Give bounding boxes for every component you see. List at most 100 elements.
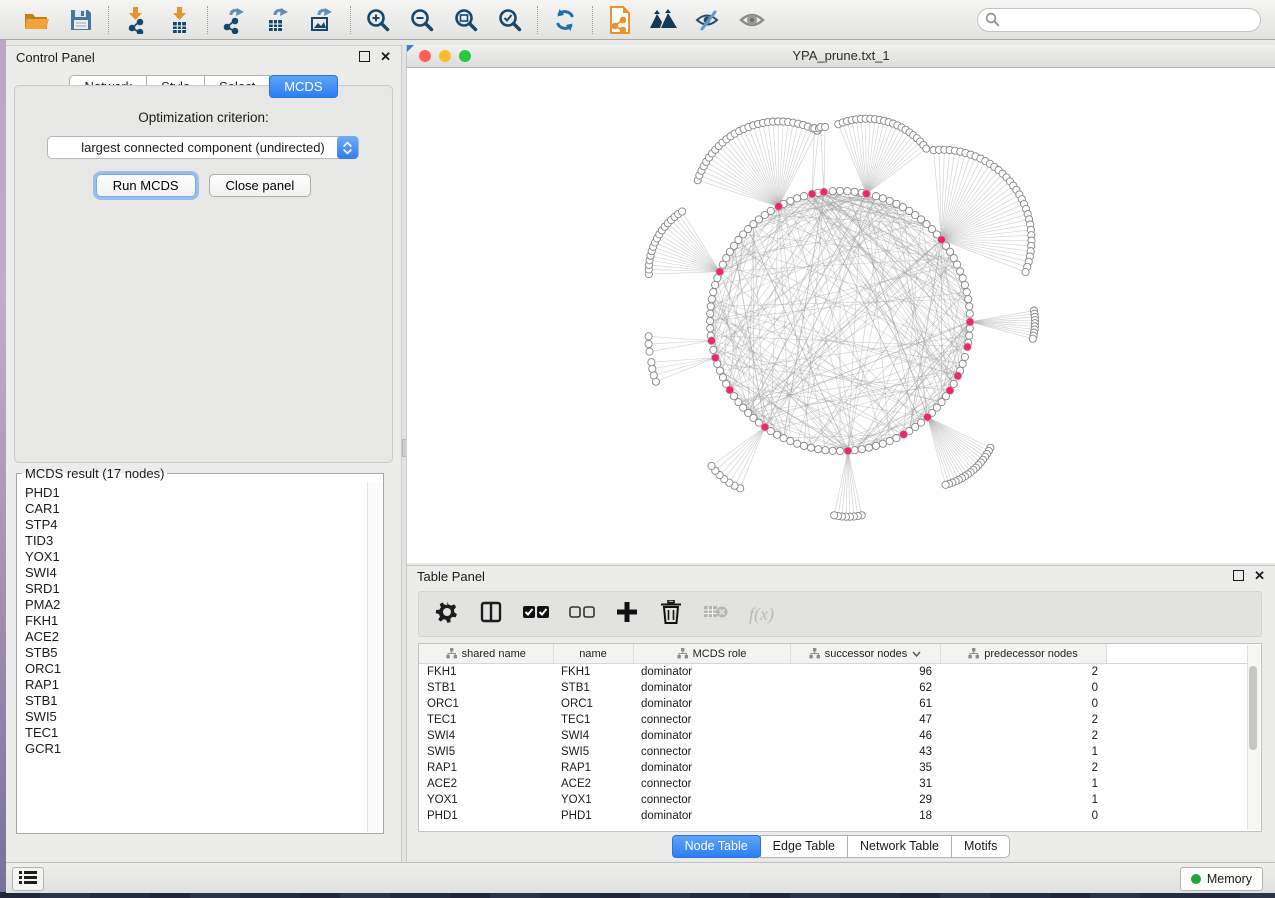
show-details-button[interactable] bbox=[736, 4, 768, 36]
table-row[interactable]: SWI4SWI4dominator462 bbox=[419, 728, 1250, 744]
mcds-result-item[interactable]: STB1 bbox=[19, 693, 366, 709]
table-row[interactable]: STB1STB1dominator620 bbox=[419, 680, 1250, 696]
mcds-result-item[interactable]: FKH1 bbox=[19, 613, 366, 629]
run-mcds-button[interactable]: Run MCDS bbox=[96, 174, 196, 197]
column-header-inner: successor nodes bbox=[791, 646, 940, 662]
refresh-button[interactable] bbox=[549, 4, 581, 36]
column-header-MCDS-role[interactable]: MCDS role bbox=[633, 644, 790, 664]
import-network-button[interactable] bbox=[120, 4, 152, 36]
cell-mcds-role: connector bbox=[633, 744, 790, 760]
open-folder-button[interactable] bbox=[21, 4, 53, 36]
control-panel: Control Panel ✕ NetworkStyleSelectMCDS O… bbox=[6, 45, 401, 863]
cell-predecessor-nodes: 2 bbox=[940, 760, 1106, 776]
toolbar-group bbox=[538, 4, 592, 36]
mcds-result-item[interactable]: TID3 bbox=[19, 533, 366, 549]
mcds-result-item[interactable]: PHD1 bbox=[19, 485, 366, 501]
cell-mcds-role: dominator bbox=[633, 664, 790, 681]
mcds-result-item[interactable]: STP4 bbox=[19, 517, 366, 533]
mcds-result-item[interactable]: SWI5 bbox=[19, 709, 366, 725]
cell-filler bbox=[1106, 792, 1250, 808]
mcds-result-item[interactable]: SRD1 bbox=[19, 581, 366, 597]
import-table-button[interactable] bbox=[164, 4, 196, 36]
close-table-panel-icon[interactable]: ✕ bbox=[1254, 570, 1265, 581]
add-column-button[interactable] bbox=[615, 601, 639, 627]
zoom-in-button[interactable] bbox=[362, 4, 394, 36]
column-header-label: predecessor nodes bbox=[984, 648, 1078, 660]
mcds-result-item[interactable]: ACE2 bbox=[19, 629, 366, 645]
network-canvas[interactable] bbox=[407, 68, 1275, 563]
column-header-inner: shared name bbox=[419, 646, 553, 662]
mcds-result-item[interactable]: STB5 bbox=[19, 645, 366, 661]
tab-node-table[interactable]: Node Table bbox=[672, 835, 761, 858]
table-row[interactable]: YOX1YOX1connector291 bbox=[419, 792, 1250, 808]
select-all-button[interactable] bbox=[523, 601, 549, 627]
function-builder-button: f(x) bbox=[749, 601, 774, 627]
column-header-inner: name bbox=[554, 648, 633, 660]
network-window-titlebar[interactable]: YPA_prune.txt_1 bbox=[407, 45, 1275, 68]
cell-name: SWI5 bbox=[553, 744, 633, 760]
network-file-button[interactable] bbox=[604, 4, 636, 36]
mcds-result-item[interactable]: CAR1 bbox=[19, 501, 366, 517]
export-network-button[interactable] bbox=[219, 4, 251, 36]
column-header-successor-nodes[interactable]: successor nodes bbox=[790, 644, 940, 664]
tab-motifs[interactable]: Motifs bbox=[951, 835, 1010, 858]
mcds-list-scrollbar[interactable] bbox=[367, 482, 382, 832]
search-input[interactable] bbox=[977, 8, 1261, 32]
cell-predecessor-nodes: 2 bbox=[940, 728, 1106, 744]
mcds-result-list: PHD1CAR1STP4TID3YOX1SWI4SRD1PMA2FKH1ACE2… bbox=[19, 485, 366, 831]
table-row[interactable]: PHD1PHD1dominator180 bbox=[419, 808, 1250, 824]
deselect-all-button[interactable] bbox=[569, 601, 595, 627]
column-header-predecessor-nodes[interactable]: predecessor nodes bbox=[940, 644, 1106, 664]
table-row[interactable]: FKH1FKH1dominator962 bbox=[419, 664, 1250, 681]
mcds-result-item[interactable]: PMA2 bbox=[19, 597, 366, 613]
export-image-button[interactable] bbox=[307, 4, 339, 36]
table-row[interactable]: SWI5SWI5connector431 bbox=[419, 744, 1250, 760]
table-row[interactable]: TEC1TEC1connector472 bbox=[419, 712, 1250, 728]
mcds-result-item[interactable]: TEC1 bbox=[19, 725, 366, 741]
mcds-result-item[interactable]: SWI4 bbox=[19, 565, 366, 581]
network-file-icon bbox=[607, 6, 633, 34]
zoom-fit-icon bbox=[453, 7, 479, 33]
float-panel-icon[interactable] bbox=[359, 51, 370, 62]
zoom-out-button[interactable] bbox=[406, 4, 438, 36]
delete-column-button[interactable] bbox=[659, 601, 683, 627]
optimization-criterion-value: largest connected component (undirected) bbox=[81, 140, 325, 155]
tab-network-table[interactable]: Network Table bbox=[847, 835, 952, 858]
close-panel-icon[interactable]: ✕ bbox=[380, 51, 391, 62]
cell-filler bbox=[1106, 728, 1250, 744]
mcds-result-item[interactable]: GCR1 bbox=[19, 741, 366, 757]
zoom-fit-button[interactable] bbox=[450, 4, 482, 36]
table-scrollbar-thumb[interactable] bbox=[1249, 666, 1257, 750]
memory-button[interactable]: Memory bbox=[1180, 867, 1263, 891]
float-table-panel-icon[interactable] bbox=[1233, 570, 1244, 581]
tab-edge-table[interactable]: Edge Table bbox=[760, 835, 848, 858]
table-row[interactable]: ORC1ORC1dominator610 bbox=[419, 696, 1250, 712]
mcds-result-item[interactable]: ORC1 bbox=[19, 661, 366, 677]
window-close-icon[interactable] bbox=[419, 50, 431, 62]
export-table-button[interactable] bbox=[263, 4, 295, 36]
delete-table-icon bbox=[703, 603, 729, 626]
mcds-result-item[interactable]: YOX1 bbox=[19, 549, 366, 565]
optimization-criterion-select[interactable]: largest connected component (undirected) bbox=[47, 136, 359, 159]
column-header-name[interactable]: name bbox=[553, 644, 633, 664]
cell-shared-name: RAP1 bbox=[419, 760, 553, 776]
window-minimize-icon[interactable] bbox=[439, 50, 451, 62]
hide-details-button[interactable] bbox=[692, 4, 724, 36]
show-columns-button[interactable] bbox=[479, 601, 503, 627]
birds-eye-button[interactable] bbox=[648, 4, 680, 36]
tab-mcds[interactable]: MCDS bbox=[269, 75, 337, 98]
window-maximize-icon[interactable] bbox=[459, 50, 471, 62]
task-history-button[interactable] bbox=[12, 867, 44, 891]
table-row[interactable]: RAP1RAP1dominator352 bbox=[419, 760, 1250, 776]
table-row[interactable]: ACE2ACE2connector311 bbox=[419, 776, 1250, 792]
settings-gear-button[interactable] bbox=[435, 601, 459, 627]
control-panel-title: Control Panel bbox=[16, 50, 95, 65]
zoom-selected-button[interactable] bbox=[494, 4, 526, 36]
table-scrollbar[interactable] bbox=[1247, 645, 1260, 830]
close-panel-button[interactable]: Close panel bbox=[209, 174, 312, 197]
cell-shared-name: SWI5 bbox=[419, 744, 553, 760]
cell-successor-nodes: 62 bbox=[790, 680, 940, 696]
save-button[interactable] bbox=[65, 4, 97, 36]
column-header-shared-name[interactable]: shared name bbox=[419, 644, 553, 664]
mcds-result-item[interactable]: RAP1 bbox=[19, 677, 366, 693]
